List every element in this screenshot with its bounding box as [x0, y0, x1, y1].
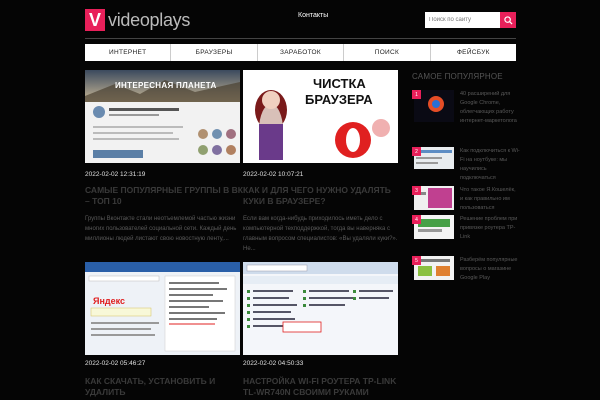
thumb-caption: Яндекс [93, 296, 126, 306]
thumb-caption-line2: БРАУЗЕРА [305, 92, 373, 107]
sidebar-item-4[interactable]: 4 Решение проблем при привязке роутера T… [412, 215, 517, 251]
post-date: 2022-02-02 12:31:19 [85, 171, 146, 178]
thumb-caption-line1: ЧИСТКА [313, 76, 366, 91]
sidebar-rank-badge: 3 [412, 186, 421, 195]
sidebar-item-2[interactable]: 2 Как подключиться к Wi-Fi на ноутбуке: … [412, 147, 520, 183]
post-date: 2022-02-02 10:07:21 [243, 171, 304, 178]
search-button[interactable] [500, 12, 516, 28]
nav-item-internet[interactable]: ИНТЕРНЕТ [85, 44, 172, 61]
nav-item-search[interactable]: ПОИСК [344, 44, 431, 61]
nav-item-browsers[interactable]: БРАУЗЕРЫ [171, 44, 258, 61]
post-date: 2022-02-02 04:50:33 [243, 360, 304, 367]
search-input[interactable] [425, 12, 500, 28]
sidebar-rank-badge: 4 [412, 215, 421, 224]
post-title[interactable]: НАСТРОЙКА WI-FI РОУТЕРА TP-LINK TL-WR740… [243, 376, 403, 398]
sidebar-item-title: Что такое Я.Кошелёк, и как правильно им … [460, 187, 516, 211]
sidebar-heading: САМОЕ ПОПУЛЯРНОЕ [412, 72, 503, 81]
sidebar-item-title: Разберём популярные вопросы о магазине G… [460, 257, 518, 281]
nav-item-earnings[interactable]: ЗАРАБОТОК [258, 44, 345, 61]
site-header: V videoplays Контакты [0, 0, 600, 40]
post-thumbnail-browser-cleaning[interactable]: ЧИСТКА БРАУЗЕРА [243, 70, 398, 163]
network-settings-screenshot-image [243, 262, 398, 333]
sidebar-rank-badge: 1 [412, 90, 421, 99]
sidebar-item-title: Как подключиться к Wi-Fi на ноутбуке: мы… [460, 148, 520, 181]
nav-item-facebook[interactable]: ФЕЙСБУК [431, 44, 516, 61]
main-nav: ИНТЕРНЕТ БРАУЗЕРЫ ЗАРАБОТОК ПОИСК ФЕЙСБУ… [85, 44, 516, 61]
sidebar-rank-badge: 2 [412, 147, 421, 156]
sidebar-item-5[interactable]: 5 Разберём популярные вопросы о магазине… [412, 256, 517, 292]
thumb-caption: ИНТЕРЕСНАЯ ПЛАНЕТА [115, 81, 217, 90]
site-logo[interactable]: V videoplays [85, 8, 190, 32]
post-thumbnail-tp-link[interactable] [243, 262, 398, 355]
logo-mark: V [85, 9, 105, 31]
post-date: 2022-02-02 05:46:27 [85, 360, 146, 367]
header-divider [85, 38, 516, 39]
post-title[interactable]: КАК СКАЧАТЬ, УСТАНОВИТЬ И УДАЛИТЬ [85, 376, 245, 398]
yandex-browser-screenshot-image [85, 262, 240, 352]
search-form [425, 12, 516, 28]
post-excerpt: Если вам когда-нибудь приходилось иметь … [243, 216, 398, 252]
sidebar-item-title: Решение проблем при привязке роутера TP-… [460, 216, 518, 240]
sidebar-item-title: 40 расширений для Google Chrome, облегча… [460, 91, 517, 124]
contacts-link[interactable]: Контакты [298, 12, 328, 19]
sidebar-rank-badge: 5 [412, 256, 421, 265]
post-excerpt: Группы Вконтакте стали неотъемлемой част… [85, 216, 237, 242]
post-thumbnail-yandex[interactable]: Яндекс [85, 262, 240, 355]
post-title[interactable]: САМЫЕ ПОПУЛЯРНЫЕ ГРУППЫ В ВК – ТОП 10 [85, 185, 245, 207]
search-icon [503, 15, 513, 25]
logo-text: videoplays [108, 9, 191, 30]
post-title[interactable]: КАК И ДЛЯ ЧЕГО НУЖНО УДАЛЯТЬ КУКИ В БРАУ… [243, 185, 403, 207]
post-thumbnail-vk-groups[interactable]: ИНТЕРЕСНАЯ ПЛАНЕТА [85, 70, 240, 163]
sidebar-item-1[interactable]: 1 40 расширений для Google Chrome, облег… [412, 90, 517, 126]
